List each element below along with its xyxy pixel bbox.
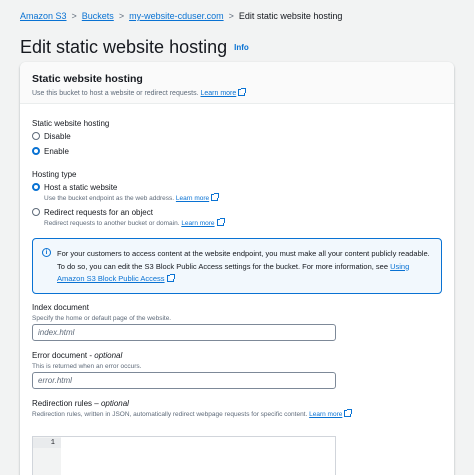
alert-message: For your customers to access content at … — [57, 248, 437, 286]
page-title: Edit static website hosting Info — [20, 36, 249, 59]
external-link-icon — [211, 193, 220, 201]
info-circle-icon: i — [42, 248, 51, 257]
host-static-website-description-text: Use the bucket endpoint as the web addre… — [44, 195, 175, 202]
panel-learn-more-link[interactable]: Learn more — [200, 90, 236, 97]
panel-description-text: Use this bucket to host a website or red… — [32, 90, 199, 97]
error-document-input[interactable] — [32, 372, 336, 389]
redirection-rules-label: Redirection rules – optional — [32, 399, 129, 408]
info-alert: i For your customers to access content a… — [32, 238, 442, 294]
redirection-learn-more-link[interactable]: Learn more — [309, 411, 342, 418]
external-link-icon — [238, 88, 247, 96]
editor-line-number: 1 — [33, 438, 61, 448]
host-learn-more-link[interactable]: Learn more — [176, 195, 209, 202]
breadcrumb-buckets[interactable]: Buckets — [82, 11, 114, 21]
host-static-website-description: Use the bucket endpoint as the web addre… — [44, 193, 220, 203]
breadcrumb-separator-icon: > — [228, 11, 234, 21]
external-link-icon — [344, 409, 353, 417]
breadcrumb: Amazon S3 > Buckets > my-website-cduser.com >… — [20, 11, 342, 22]
static-website-hosting-panel: Static website hosting Use this bucket t… — [20, 62, 454, 475]
external-link-icon — [166, 274, 175, 282]
breadcrumb-separator-icon: > — [71, 11, 77, 21]
index-document-label: Index document — [32, 303, 89, 312]
host-static-website-radio[interactable] — [32, 183, 40, 191]
panel-header: Static website hosting Use this bucket t… — [20, 62, 454, 104]
hosting-type-label: Hosting type — [32, 170, 77, 179]
redirection-rules-optional: optional — [100, 399, 129, 408]
host-static-website-label[interactable]: Host a static website — [44, 183, 117, 193]
external-link-icon — [216, 218, 225, 226]
redirect-requests-label[interactable]: Redirect requests for an object — [44, 208, 153, 218]
index-document-input[interactable] — [32, 324, 336, 341]
redirect-requests-description-text: Redirect requests to another bucket or d… — [44, 220, 180, 227]
index-document-description: Specify the home or default page of the … — [32, 315, 172, 322]
panel-title: Static website hosting — [32, 73, 143, 85]
enable-radio[interactable] — [32, 147, 40, 155]
panel-description: Use this bucket to host a website or red… — [32, 88, 247, 98]
error-document-label-text: Error document — [32, 351, 88, 360]
redirection-rules-editor[interactable]: 1 — [32, 436, 336, 475]
disable-radio[interactable] — [32, 132, 40, 140]
disable-label[interactable]: Disable — [44, 132, 71, 142]
redirect-requests-radio[interactable] — [32, 208, 40, 216]
redirect-requests-description: Redirect requests to another bucket or d… — [44, 218, 225, 228]
page-title-text: Edit static website hosting — [20, 37, 228, 57]
breadcrumb-amazon-s3[interactable]: Amazon S3 — [20, 11, 67, 21]
breadcrumb-bucket[interactable]: my-website-cduser.com — [129, 11, 224, 21]
redirection-rules-description-text: Redirection rules, written in JSON, auto… — [32, 411, 308, 418]
error-document-optional: optional — [94, 351, 123, 360]
hosting-label: Static website hosting — [32, 119, 110, 128]
error-document-description: This is returned when an error occurs. — [32, 363, 142, 370]
redirection-rules-label-text: Redirection rules — [32, 399, 93, 408]
breadcrumb-current: Edit static website hosting — [238, 11, 343, 21]
enable-label[interactable]: Enable — [44, 147, 69, 157]
breadcrumb-separator-icon: > — [118, 11, 125, 21]
error-document-label: Error document - optional — [32, 351, 123, 360]
alert-text: For your customers to access content at … — [57, 249, 430, 271]
redirect-learn-more-link[interactable]: Learn more — [181, 220, 214, 227]
info-link[interactable]: Info — [234, 43, 249, 52]
redirection-rules-description: Redirection rules, written in JSON, auto… — [32, 409, 353, 419]
